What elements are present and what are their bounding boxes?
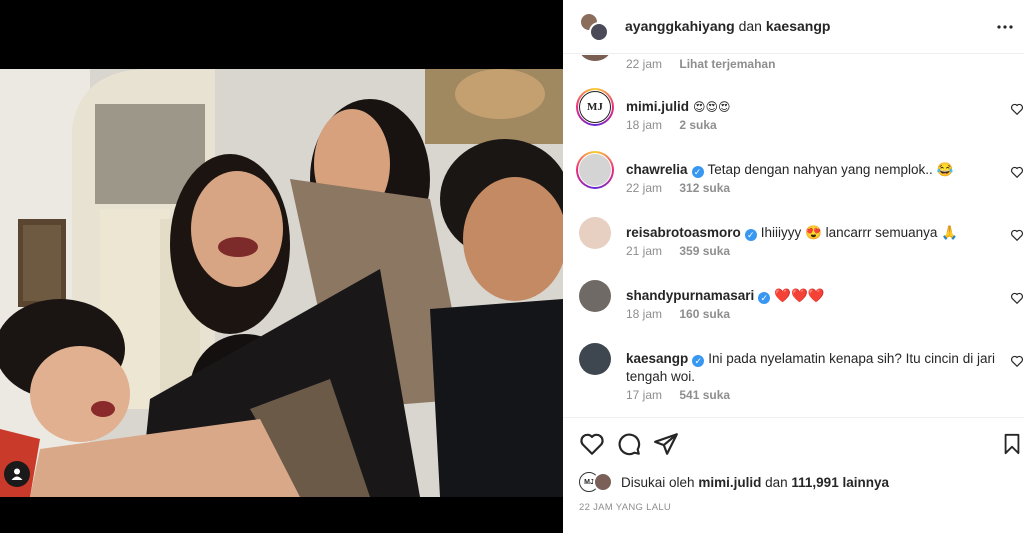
user-tag-icon[interactable] xyxy=(4,461,30,487)
comment-icon[interactable] xyxy=(616,431,642,457)
comment-text: mimi.julid 😍😍😍 xyxy=(626,98,996,116)
authors-connector: dan xyxy=(738,18,762,34)
comment-item: reisabrotoasmoro ✓ Ihiiiyyy 😍 lancarrr sem… xyxy=(563,217,1024,280)
likes-count[interactable]: 111,991 lainnya xyxy=(791,475,889,490)
avatar xyxy=(593,472,613,492)
post-header: ayanggkahiyang dan kaesangp xyxy=(563,0,1024,54)
comment-username[interactable]: shandypurnamasari xyxy=(626,288,754,303)
avatar[interactable]: MJ xyxy=(579,91,611,123)
likes-summary: MJ Disukai oleh mimi.julid dan 111,991 l… xyxy=(579,472,889,492)
avatar[interactable] xyxy=(579,217,611,249)
avatar xyxy=(589,22,609,42)
more-horizontal-icon[interactable] xyxy=(992,14,1018,40)
translate-link[interactable]: Lihat terjemahan xyxy=(679,57,775,71)
heart-icon[interactable] xyxy=(1010,354,1024,368)
likes-connector: dan xyxy=(765,474,788,490)
comment-body: 😍😍😍 xyxy=(693,100,731,114)
verified-badge-icon: ✓ xyxy=(691,166,704,178)
comment-time: 22 jam xyxy=(626,181,663,195)
heart-icon[interactable] xyxy=(1010,291,1024,305)
comment-username[interactable]: chawrelia xyxy=(626,162,688,177)
comment-time: 18 jam xyxy=(626,307,663,321)
comment-likes[interactable]: 2 suka xyxy=(679,118,716,132)
heart-icon[interactable] xyxy=(1010,165,1024,179)
comment-meta: 18 jam 160 suka xyxy=(626,307,744,321)
comment-body: Ihiiiyyy 😍 lancarrr semuanya 🙏 xyxy=(760,225,958,240)
comment-item: MJ mimi.julid 😍😍😍 18 jam 2 suka xyxy=(563,88,1024,154)
heart-icon[interactable] xyxy=(579,431,605,457)
send-icon[interactable] xyxy=(653,431,679,457)
comment-likes[interactable]: 541 suka xyxy=(679,388,730,402)
verified-badge-icon: ✓ xyxy=(692,355,705,367)
comment-time: 17 jam xyxy=(626,388,663,402)
comment-text: chawrelia ✓ Tetap dengan nahyan yang nempl… xyxy=(626,161,996,179)
post-photo[interactable] xyxy=(0,69,563,497)
avatar[interactable] xyxy=(579,280,611,312)
avatar xyxy=(579,55,611,61)
comment-username[interactable]: reisabrotoasmoro xyxy=(626,225,741,240)
comment-text: kaesangp ✓ Ini pada nyelamatin kenapa sih?… xyxy=(626,350,996,386)
collab-avatars[interactable] xyxy=(579,12,611,44)
avatar[interactable] xyxy=(579,154,611,186)
post-media xyxy=(0,0,563,533)
comment-likes[interactable]: 312 suka xyxy=(679,181,730,195)
comment-time: 21 jam xyxy=(626,244,663,258)
comment-text: shandypurnamasari ✓ ❤️❤️❤️ xyxy=(626,287,996,305)
heart-icon[interactable] xyxy=(1010,102,1024,116)
post-photo-illustration xyxy=(0,69,563,497)
post-actions: MJ Disukai oleh mimi.julid dan 111,991 l… xyxy=(563,417,1024,533)
avatar[interactable] xyxy=(579,343,611,375)
likes-prefix: Disukai oleh xyxy=(621,474,695,490)
comment-time: 18 jam xyxy=(626,118,663,132)
post-authors: ayanggkahiyang dan kaesangp xyxy=(625,18,830,34)
liker-username[interactable]: mimi.julid xyxy=(698,475,761,490)
comment-likes[interactable]: 359 suka xyxy=(679,244,730,258)
comment-item: chawrelia ✓ Tetap dengan nahyan yang nempl… xyxy=(563,151,1024,217)
liker-avatars: MJ xyxy=(579,472,615,492)
comment-meta: 22 jam Lihat terjemahan xyxy=(626,57,789,71)
bookmark-icon[interactable] xyxy=(1001,431,1023,457)
comment-time: 22 jam xyxy=(626,57,663,71)
comment-meta: 21 jam 359 suka xyxy=(626,244,744,258)
author-link[interactable]: ayanggkahiyang xyxy=(625,18,735,34)
post-timestamp[interactable]: 22 JAM YANG LALU xyxy=(579,502,671,513)
comment-text: reisabrotoasmoro ✓ Ihiiiyyy 😍 lancarrr sem… xyxy=(626,224,996,242)
comment-username[interactable]: kaesangp xyxy=(626,351,688,366)
comment-item: kaesangp ✓ Ini pada nyelamatin kenapa sih?… xyxy=(563,343,1024,417)
comment-meta: 18 jam 2 suka xyxy=(626,118,731,132)
verified-badge-icon: ✓ xyxy=(758,292,771,304)
post-sidebar: ayanggkahiyang dan kaesangp 22 jam Lihat… xyxy=(563,0,1024,533)
heart-icon[interactable] xyxy=(1010,228,1024,242)
comment-meta: 17 jam 541 suka xyxy=(626,388,744,402)
comments-list[interactable]: 22 jam Lihat terjemahan MJ mimi.julid 😍😍😍… xyxy=(563,55,1024,417)
author-link[interactable]: kaesangp xyxy=(766,18,831,34)
comment-username[interactable]: mimi.julid xyxy=(626,99,689,114)
comment-body: Tetap dengan nahyan yang nemplok.. 😂 xyxy=(707,162,954,177)
comment-body: ❤️❤️❤️ xyxy=(774,288,825,303)
verified-badge-icon: ✓ xyxy=(744,229,757,241)
comment-meta: 22 jam 312 suka xyxy=(626,181,744,195)
comment-likes[interactable]: 160 suka xyxy=(679,307,730,321)
comment-item: shandypurnamasari ✓ ❤️❤️❤️ 18 jam 160 suka xyxy=(563,280,1024,343)
